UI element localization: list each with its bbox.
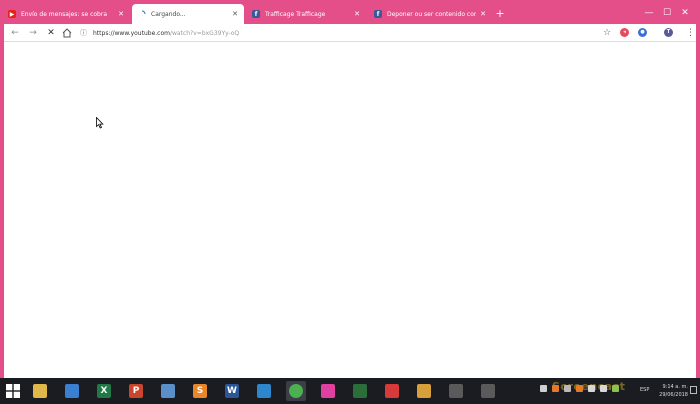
- facebook-icon: f: [252, 10, 260, 18]
- forward-arrow-icon[interactable]: →: [26, 26, 40, 40]
- bookmark-star-icon[interactable]: ☆: [601, 26, 613, 40]
- close-icon[interactable]: ✕: [480, 10, 486, 18]
- taskbar-excel-icon[interactable]: X: [94, 381, 114, 401]
- close-icon[interactable]: ✕: [118, 10, 124, 18]
- dark-app-icon: [449, 384, 463, 398]
- extension-icon[interactable]: ◂: [620, 28, 629, 37]
- stop-loading-icon[interactable]: ✕: [44, 26, 58, 40]
- tab-title: Trafficage Trafficage: [265, 10, 326, 18]
- battery-icon[interactable]: [612, 385, 619, 392]
- extension-icon[interactable]: ●: [638, 28, 647, 37]
- powerpoint-icon: P: [129, 384, 143, 398]
- loading-icon: [138, 10, 146, 18]
- app-window-icon: [257, 384, 271, 398]
- language-indicator[interactable]: ESP: [640, 387, 649, 393]
- show-hidden-icon[interactable]: [540, 385, 547, 392]
- taskbar-chrome-icon[interactable]: [286, 381, 306, 401]
- windows-start-icon[interactable]: [6, 384, 20, 398]
- browser-toolbar: ← → ✕ ⓘ https://www.youtube.com/watch?v=…: [4, 24, 696, 42]
- tab-title: Cargando...: [151, 10, 186, 18]
- taskbar: XPSW Screencast ESP 9:14 a. m. 29/06/201…: [0, 378, 700, 404]
- taskbar-powerpoint-icon[interactable]: P: [126, 381, 146, 401]
- taskbar-green-app-icon[interactable]: [350, 381, 370, 401]
- tab-loading[interactable]: Cargando... ✕: [132, 4, 244, 24]
- red-app-icon: [385, 384, 399, 398]
- taskbar-media-player-icon[interactable]: [414, 381, 434, 401]
- sublime-icon: S: [193, 384, 207, 398]
- tray-app-icon[interactable]: [564, 385, 571, 392]
- green-app-icon: [353, 384, 367, 398]
- address-bar[interactable]: ⓘ https://www.youtube.com/watch?v=bxG39Y…: [80, 26, 600, 40]
- clock-time: 9:14 a. m.: [662, 384, 688, 390]
- close-window-icon[interactable]: ✕: [676, 6, 694, 20]
- dark-app-2-icon: [481, 384, 495, 398]
- word-icon: W: [225, 384, 239, 398]
- taskbar-network-icon[interactable]: [62, 381, 82, 401]
- taskbar-file-explorer-icon[interactable]: [30, 381, 50, 401]
- media-player-icon: [417, 384, 431, 398]
- close-icon[interactable]: ✕: [232, 10, 238, 18]
- file-explorer-icon: [33, 384, 47, 398]
- chrome-icon: [289, 384, 303, 398]
- taskbar-app-window-icon[interactable]: [254, 381, 274, 401]
- url-text[interactable]: https://www.youtube.com/watch?v=bxG39Yy-…: [93, 30, 239, 37]
- new-tab-button[interactable]: +: [494, 7, 506, 21]
- taskbar-dark-app-2-icon[interactable]: [478, 381, 498, 401]
- tab-title: Envío de mensajes: se cobra: [21, 10, 107, 18]
- notifications-icon[interactable]: [690, 386, 697, 394]
- tray-app-icon[interactable]: [552, 385, 559, 392]
- facebook-icon: f: [374, 10, 382, 18]
- taskbar-pink-app-icon[interactable]: [318, 381, 338, 401]
- taskbar-sublime-icon[interactable]: S: [190, 381, 210, 401]
- menu-dots-icon[interactable]: ⋮: [686, 26, 695, 40]
- info-icon[interactable]: ⓘ: [80, 28, 90, 38]
- tab-youtube[interactable]: ▶ Envío de mensajes: se cobra ✕: [2, 4, 130, 24]
- home-icon[interactable]: [60, 26, 74, 40]
- page-content: [4, 42, 696, 378]
- back-arrow-icon[interactable]: ←: [8, 26, 22, 40]
- pink-app-icon: [321, 384, 335, 398]
- excel-icon: X: [97, 384, 111, 398]
- mouse-cursor-icon: [96, 117, 104, 129]
- system-tray: [540, 385, 619, 392]
- network-icon: [65, 384, 79, 398]
- taskbar-red-app-icon[interactable]: [382, 381, 402, 401]
- profile-avatar[interactable]: T: [664, 28, 673, 37]
- window-controls: — ☐ ✕: [640, 6, 694, 20]
- taskbar-word-icon[interactable]: W: [222, 381, 242, 401]
- volume-icon[interactable]: [600, 385, 607, 392]
- remote-desktop-icon: [161, 384, 175, 398]
- tab-title: Deponer ou ser contenido comp...: [387, 10, 476, 18]
- close-icon[interactable]: ✕: [354, 10, 360, 18]
- browser-window: ▶ Envío de mensajes: se cobra ✕ Cargando…: [0, 0, 700, 404]
- network-icon[interactable]: [588, 385, 595, 392]
- taskbar-dark-app-icon[interactable]: [446, 381, 466, 401]
- youtube-icon: ▶: [8, 10, 16, 18]
- tray-app-icon[interactable]: [576, 385, 583, 392]
- clock[interactable]: 9:14 a. m. 29/06/2018: [656, 383, 688, 399]
- minimize-icon[interactable]: —: [640, 6, 658, 20]
- tab-strip: ▶ Envío de mensajes: se cobra ✕ Cargando…: [0, 4, 700, 24]
- tab-facebook-2[interactable]: f Deponer ou ser contenido comp... ✕: [368, 4, 492, 24]
- taskbar-remote-desktop-icon[interactable]: [158, 381, 178, 401]
- maximize-icon[interactable]: ☐: [658, 6, 676, 20]
- clock-date: 29/06/2018: [659, 392, 688, 398]
- tab-facebook-1[interactable]: f Trafficage Trafficage ✕: [246, 4, 366, 24]
